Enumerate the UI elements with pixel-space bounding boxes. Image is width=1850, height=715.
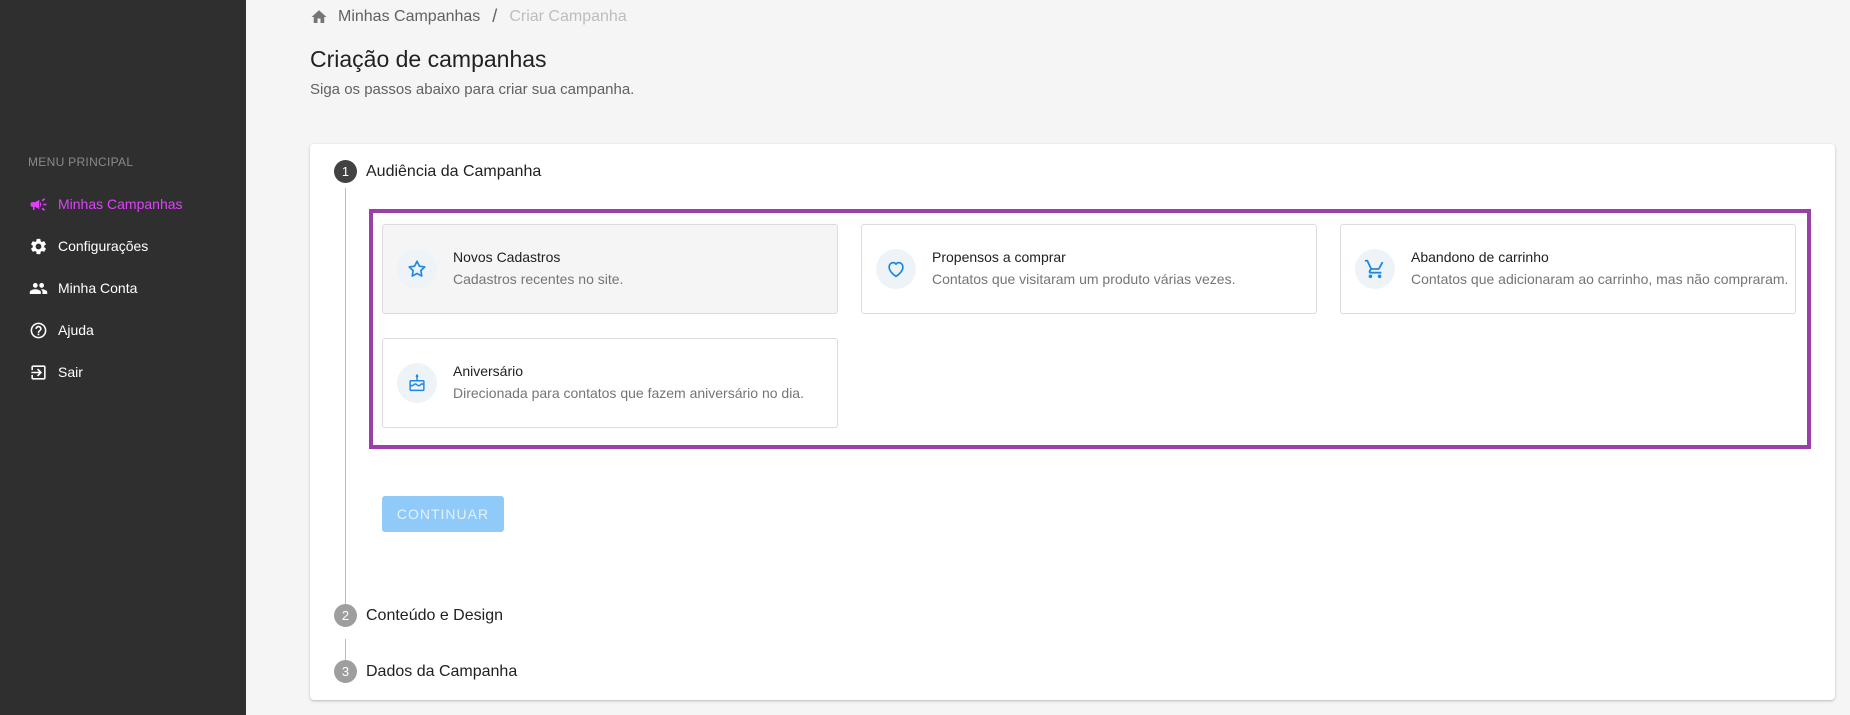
option-title: Novos Cadastros (453, 249, 561, 265)
option-title: Aniversário (453, 363, 524, 379)
sidebar-item-label: Minhas Campanhas (58, 196, 183, 212)
breadcrumb-current: Criar Campanha (509, 7, 627, 25)
sidebar-item-label: Sair (58, 364, 83, 380)
step-number: 2 (334, 604, 357, 627)
sidebar-item-label: Configurações (58, 238, 149, 254)
cart-icon (1355, 249, 1395, 289)
sidebar-item-minhas-campanhas[interactable]: Minhas Campanhas (0, 183, 246, 225)
stepper-card: 1 Audiência da Campanha Novos Cadastros … (310, 144, 1835, 700)
cake-icon (397, 363, 437, 403)
option-novos-cadastros[interactable]: Novos Cadastros Cadastros recentes no si… (382, 224, 838, 314)
sidebar: MENU PRINCIPAL Minhas Campanhas Configur… (0, 0, 246, 715)
option-title: Propensos a comprar (932, 249, 1066, 265)
option-description: Cadastros recentes no site. (453, 271, 624, 287)
option-description: Contatos que adicionaram ao carrinho, ma… (1411, 271, 1789, 287)
megaphone-icon (28, 194, 48, 214)
sidebar-item-label: Ajuda (58, 322, 94, 338)
sidebar-item-label: Minha Conta (58, 280, 138, 296)
home-icon[interactable] (310, 8, 328, 26)
gear-icon (28, 236, 48, 256)
step-connector-line (345, 188, 346, 615)
sidebar-item-minha-conta[interactable]: Minha Conta (0, 267, 246, 309)
sidebar-item-ajuda[interactable]: Ajuda (0, 309, 246, 351)
menu-heading: MENU PRINCIPAL (28, 155, 134, 169)
people-icon (28, 278, 48, 298)
step-label: Audiência da Campanha (366, 162, 542, 180)
step-3-header[interactable]: 3 Dados da Campanha (334, 660, 517, 683)
option-abandono-de-carrinho[interactable]: Abandono de carrinho Contatos que adicio… (1340, 224, 1796, 314)
option-propensos-a-comprar[interactable]: Propensos a comprar Contatos que visitar… (861, 224, 1317, 314)
step-label: Conteúdo e Design (366, 606, 503, 624)
option-description: Direcionada para contatos que fazem aniv… (453, 385, 804, 401)
page-title: Criação de campanhas (310, 46, 547, 72)
help-circle-icon (28, 320, 48, 340)
step-number: 1 (334, 160, 357, 183)
sidebar-item-configuracoes[interactable]: Configurações (0, 225, 246, 267)
logout-icon (28, 362, 48, 382)
step-2-header[interactable]: 2 Conteúdo e Design (334, 604, 503, 627)
heart-icon (876, 249, 916, 289)
option-description: Contatos que visitaram um produto várias… (932, 271, 1236, 287)
breadcrumb-link-minhas-campanhas[interactable]: Minhas Campanhas (338, 8, 480, 26)
step-number: 3 (334, 660, 357, 683)
sidebar-nav: Minhas Campanhas Configurações Minha Con… (0, 183, 246, 393)
star-icon (397, 249, 437, 289)
sidebar-item-sair[interactable]: Sair (0, 351, 246, 393)
option-title: Abandono de carrinho (1411, 249, 1549, 265)
continue-button[interactable]: Continuar (382, 496, 504, 532)
step-label: Dados da Campanha (366, 662, 518, 680)
breadcrumb: Minhas Campanhas / Criar Campanha (310, 6, 627, 27)
breadcrumb-separator: / (492, 6, 498, 26)
option-aniversario[interactable]: Aniversário Direcionada para contatos qu… (382, 338, 838, 428)
step-1-header[interactable]: 1 Audiência da Campanha (334, 160, 541, 183)
page-subtitle: Siga os passos abaixo para criar sua cam… (310, 81, 635, 98)
